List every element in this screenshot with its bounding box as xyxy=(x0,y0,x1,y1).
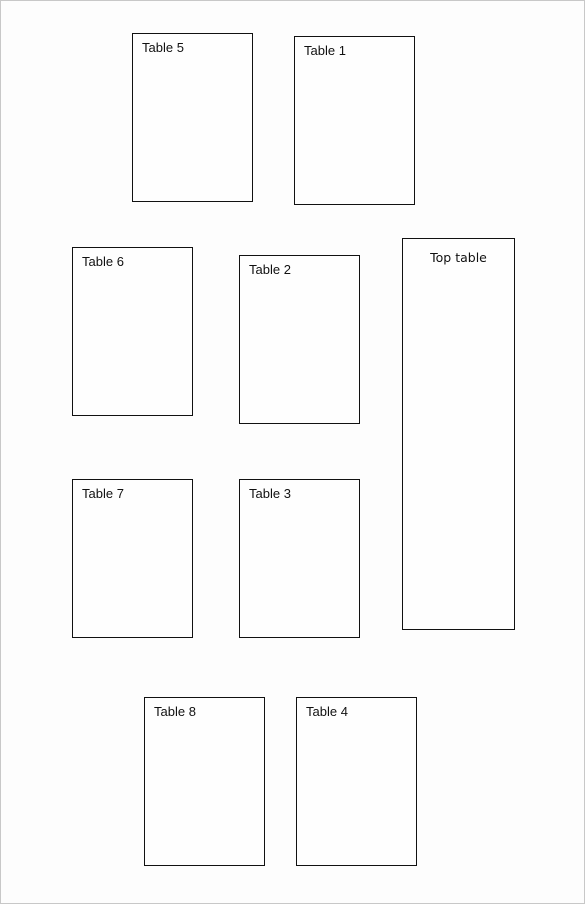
table-label: Table 1 xyxy=(304,43,346,58)
table-8: Table 8 xyxy=(144,697,265,866)
table-label: Table 7 xyxy=(82,486,124,501)
table-1: Table 1 xyxy=(294,36,415,205)
table-label: Table 4 xyxy=(306,704,348,719)
table-label: Table 2 xyxy=(249,262,291,277)
top-table: Top table xyxy=(402,238,515,630)
table-label: Table 6 xyxy=(82,254,124,269)
table-6: Table 6 xyxy=(72,247,193,416)
table-4: Table 4 xyxy=(296,697,417,866)
table-7: Table 7 xyxy=(72,479,193,638)
table-label: Table 8 xyxy=(154,704,196,719)
table-label: Table 3 xyxy=(249,486,291,501)
table-2: Table 2 xyxy=(239,255,360,424)
table-5: Table 5 xyxy=(132,33,253,202)
table-label: Top table xyxy=(430,250,487,265)
table-3: Table 3 xyxy=(239,479,360,638)
table-label: Table 5 xyxy=(142,40,184,55)
